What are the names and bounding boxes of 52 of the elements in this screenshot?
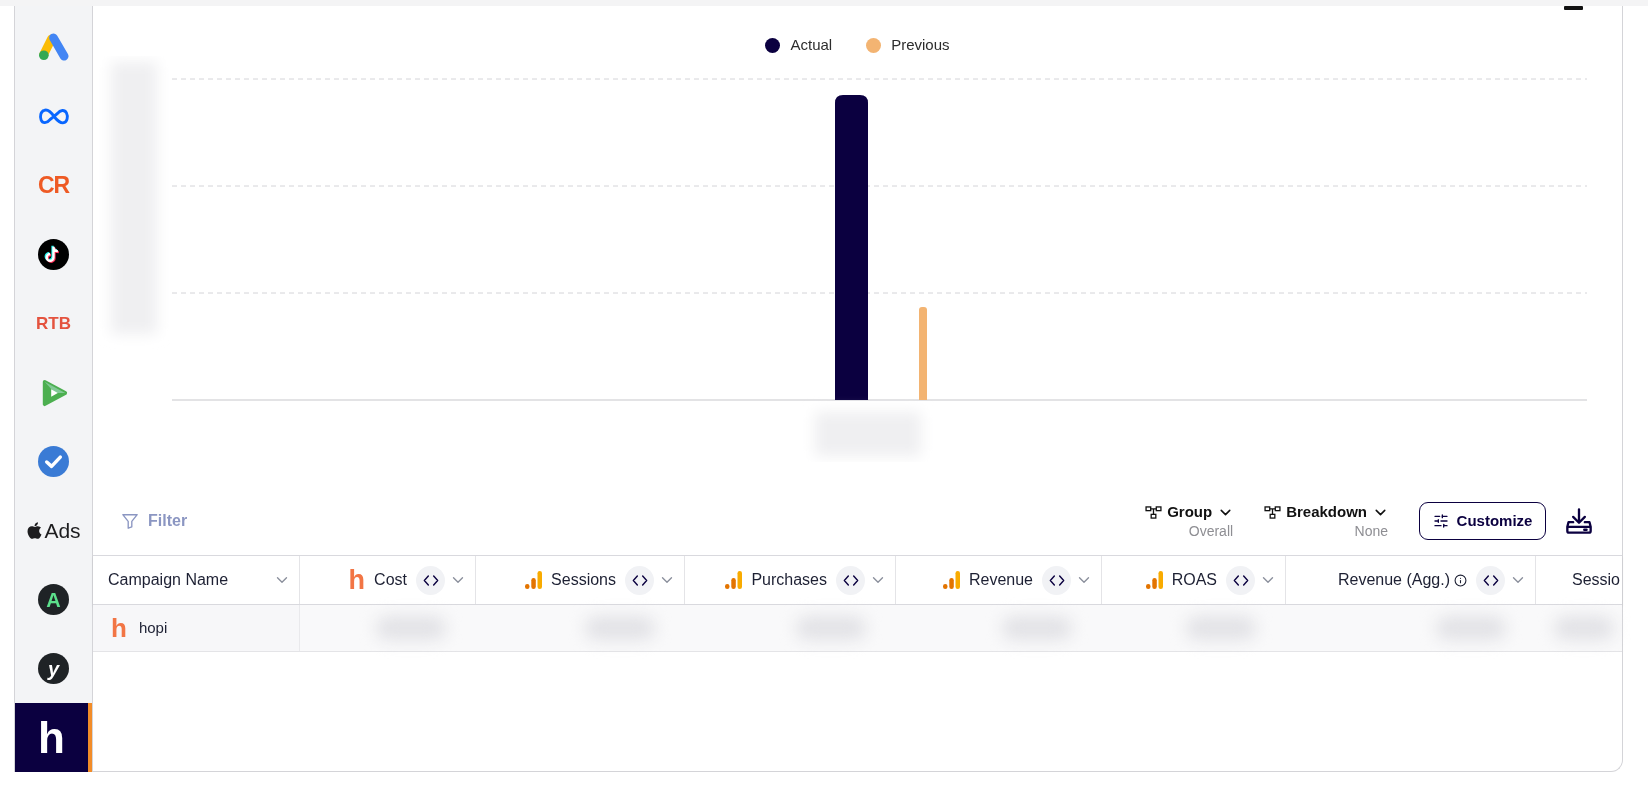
column-width-button[interactable] (416, 565, 445, 595)
column-width-button[interactable] (1226, 565, 1255, 595)
breakdown-value: None (1354, 522, 1389, 540)
letter-logo: h (111, 615, 127, 641)
left-right-chevrons-icon (1232, 574, 1249, 586)
legend-label: Actual (790, 34, 833, 55)
letter-logo: h (348, 566, 366, 594)
info-icon[interactable] (1454, 573, 1467, 587)
music-note-icon (38, 239, 69, 270)
sidebar-item[interactable]: y (15, 634, 92, 703)
infinity-icon (37, 107, 70, 126)
sliders-icon (1432, 513, 1449, 529)
campaign-name: hopi (138, 617, 168, 638)
sidebar-item[interactable]: Ads (15, 496, 92, 565)
column-header[interactable]: Revenue (Agg.) (1337, 568, 1450, 592)
column-header[interactable]: Campaign Name (108, 568, 229, 592)
column-header[interactable]: Sessions (551, 568, 616, 592)
sidebar-item[interactable]: h (15, 703, 92, 772)
check-circle-icon (38, 446, 69, 477)
column-header[interactable]: Cost (374, 568, 407, 592)
sidebar-item[interactable]: A (15, 565, 92, 634)
column-width-button[interactable] (1042, 565, 1071, 595)
column-width-button[interactable] (836, 565, 865, 595)
column-width-button[interactable] (1476, 565, 1505, 595)
left-right-chevrons-icon (1482, 574, 1499, 586)
bar-chart-icon (1145, 571, 1163, 589)
column-header[interactable]: Purchases (751, 568, 827, 592)
left-right-chevrons-icon (422, 574, 439, 586)
group-value: Overall (1188, 522, 1235, 540)
legend-label: Previous (891, 34, 950, 55)
bar-chart-icon (942, 571, 960, 589)
column-width-button[interactable] (625, 565, 654, 595)
hierarchy-icon (1145, 505, 1163, 519)
column-header[interactable]: ROAS (1171, 568, 1217, 592)
left-right-chevrons-icon (842, 574, 859, 586)
column-header[interactable]: Revenue (968, 568, 1033, 592)
customize-button[interactable]: Customize (1419, 502, 1546, 540)
filter-icon (121, 512, 139, 530)
logo-letter: A (46, 589, 61, 610)
left-right-chevrons-icon (1048, 574, 1065, 586)
bar-chart-icon (725, 571, 743, 589)
download-icon[interactable] (1565, 508, 1593, 534)
triangle-logo-icon (37, 33, 70, 62)
column-header[interactable]: Sessio (1571, 568, 1620, 592)
logo-letter: y (47, 658, 60, 679)
apple-icon (26, 521, 44, 540)
left-right-chevrons-icon (631, 574, 648, 586)
breakdown-dropdown[interactable]: Breakdown (1264, 502, 1389, 522)
hierarchy-icon (1264, 505, 1282, 519)
minus-icon[interactable] (1564, 6, 1583, 10)
bar-chart-icon (525, 571, 543, 589)
group-dropdown[interactable]: Group (1145, 502, 1235, 522)
